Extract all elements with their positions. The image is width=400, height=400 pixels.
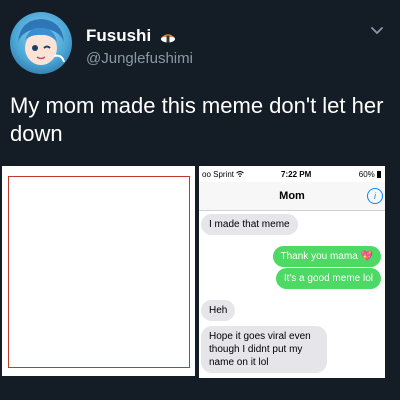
battery-icon xyxy=(377,171,381,178)
carrier: oo Sprint xyxy=(202,170,245,179)
user-handle[interactable]: @Junglefushimi xyxy=(86,50,193,67)
image-frame xyxy=(8,176,190,368)
display-name[interactable]: Fusushi xyxy=(86,26,176,48)
message-bubble: Heh xyxy=(201,300,236,321)
wifi-icon xyxy=(236,171,245,177)
status-time: 7:22 PM xyxy=(281,170,312,179)
blank-image-panel xyxy=(2,166,195,376)
tweet-text: My mom made this meme don't let her down xyxy=(10,93,384,146)
avatar[interactable] xyxy=(10,12,72,74)
battery-text: 60% xyxy=(358,170,375,179)
info-icon[interactable]: i xyxy=(367,188,383,204)
message-bubble: It's a good meme lol xyxy=(275,268,381,289)
status-bar: oo Sprint 7:22 PM 60% xyxy=(199,166,385,182)
carrier-text: oo Sprint xyxy=(202,170,235,179)
display-name-text: Fusushi xyxy=(86,26,152,45)
chevron-down-icon[interactable] xyxy=(370,24,384,38)
battery: 60% xyxy=(359,170,381,179)
conversation-header: Mom i xyxy=(199,182,385,211)
messages-screenshot: oo Sprint 7:22 PM 60% Mom i I made that … xyxy=(199,166,385,378)
message-bubble: I made that meme xyxy=(201,214,298,235)
sushi-badge-icon xyxy=(160,28,176,48)
message-bubble: Thank you mama 💖 xyxy=(272,246,381,267)
message-bubble: Hope it goes viral even though I didnt p… xyxy=(201,326,327,373)
contact-name: Mom xyxy=(279,190,305,202)
